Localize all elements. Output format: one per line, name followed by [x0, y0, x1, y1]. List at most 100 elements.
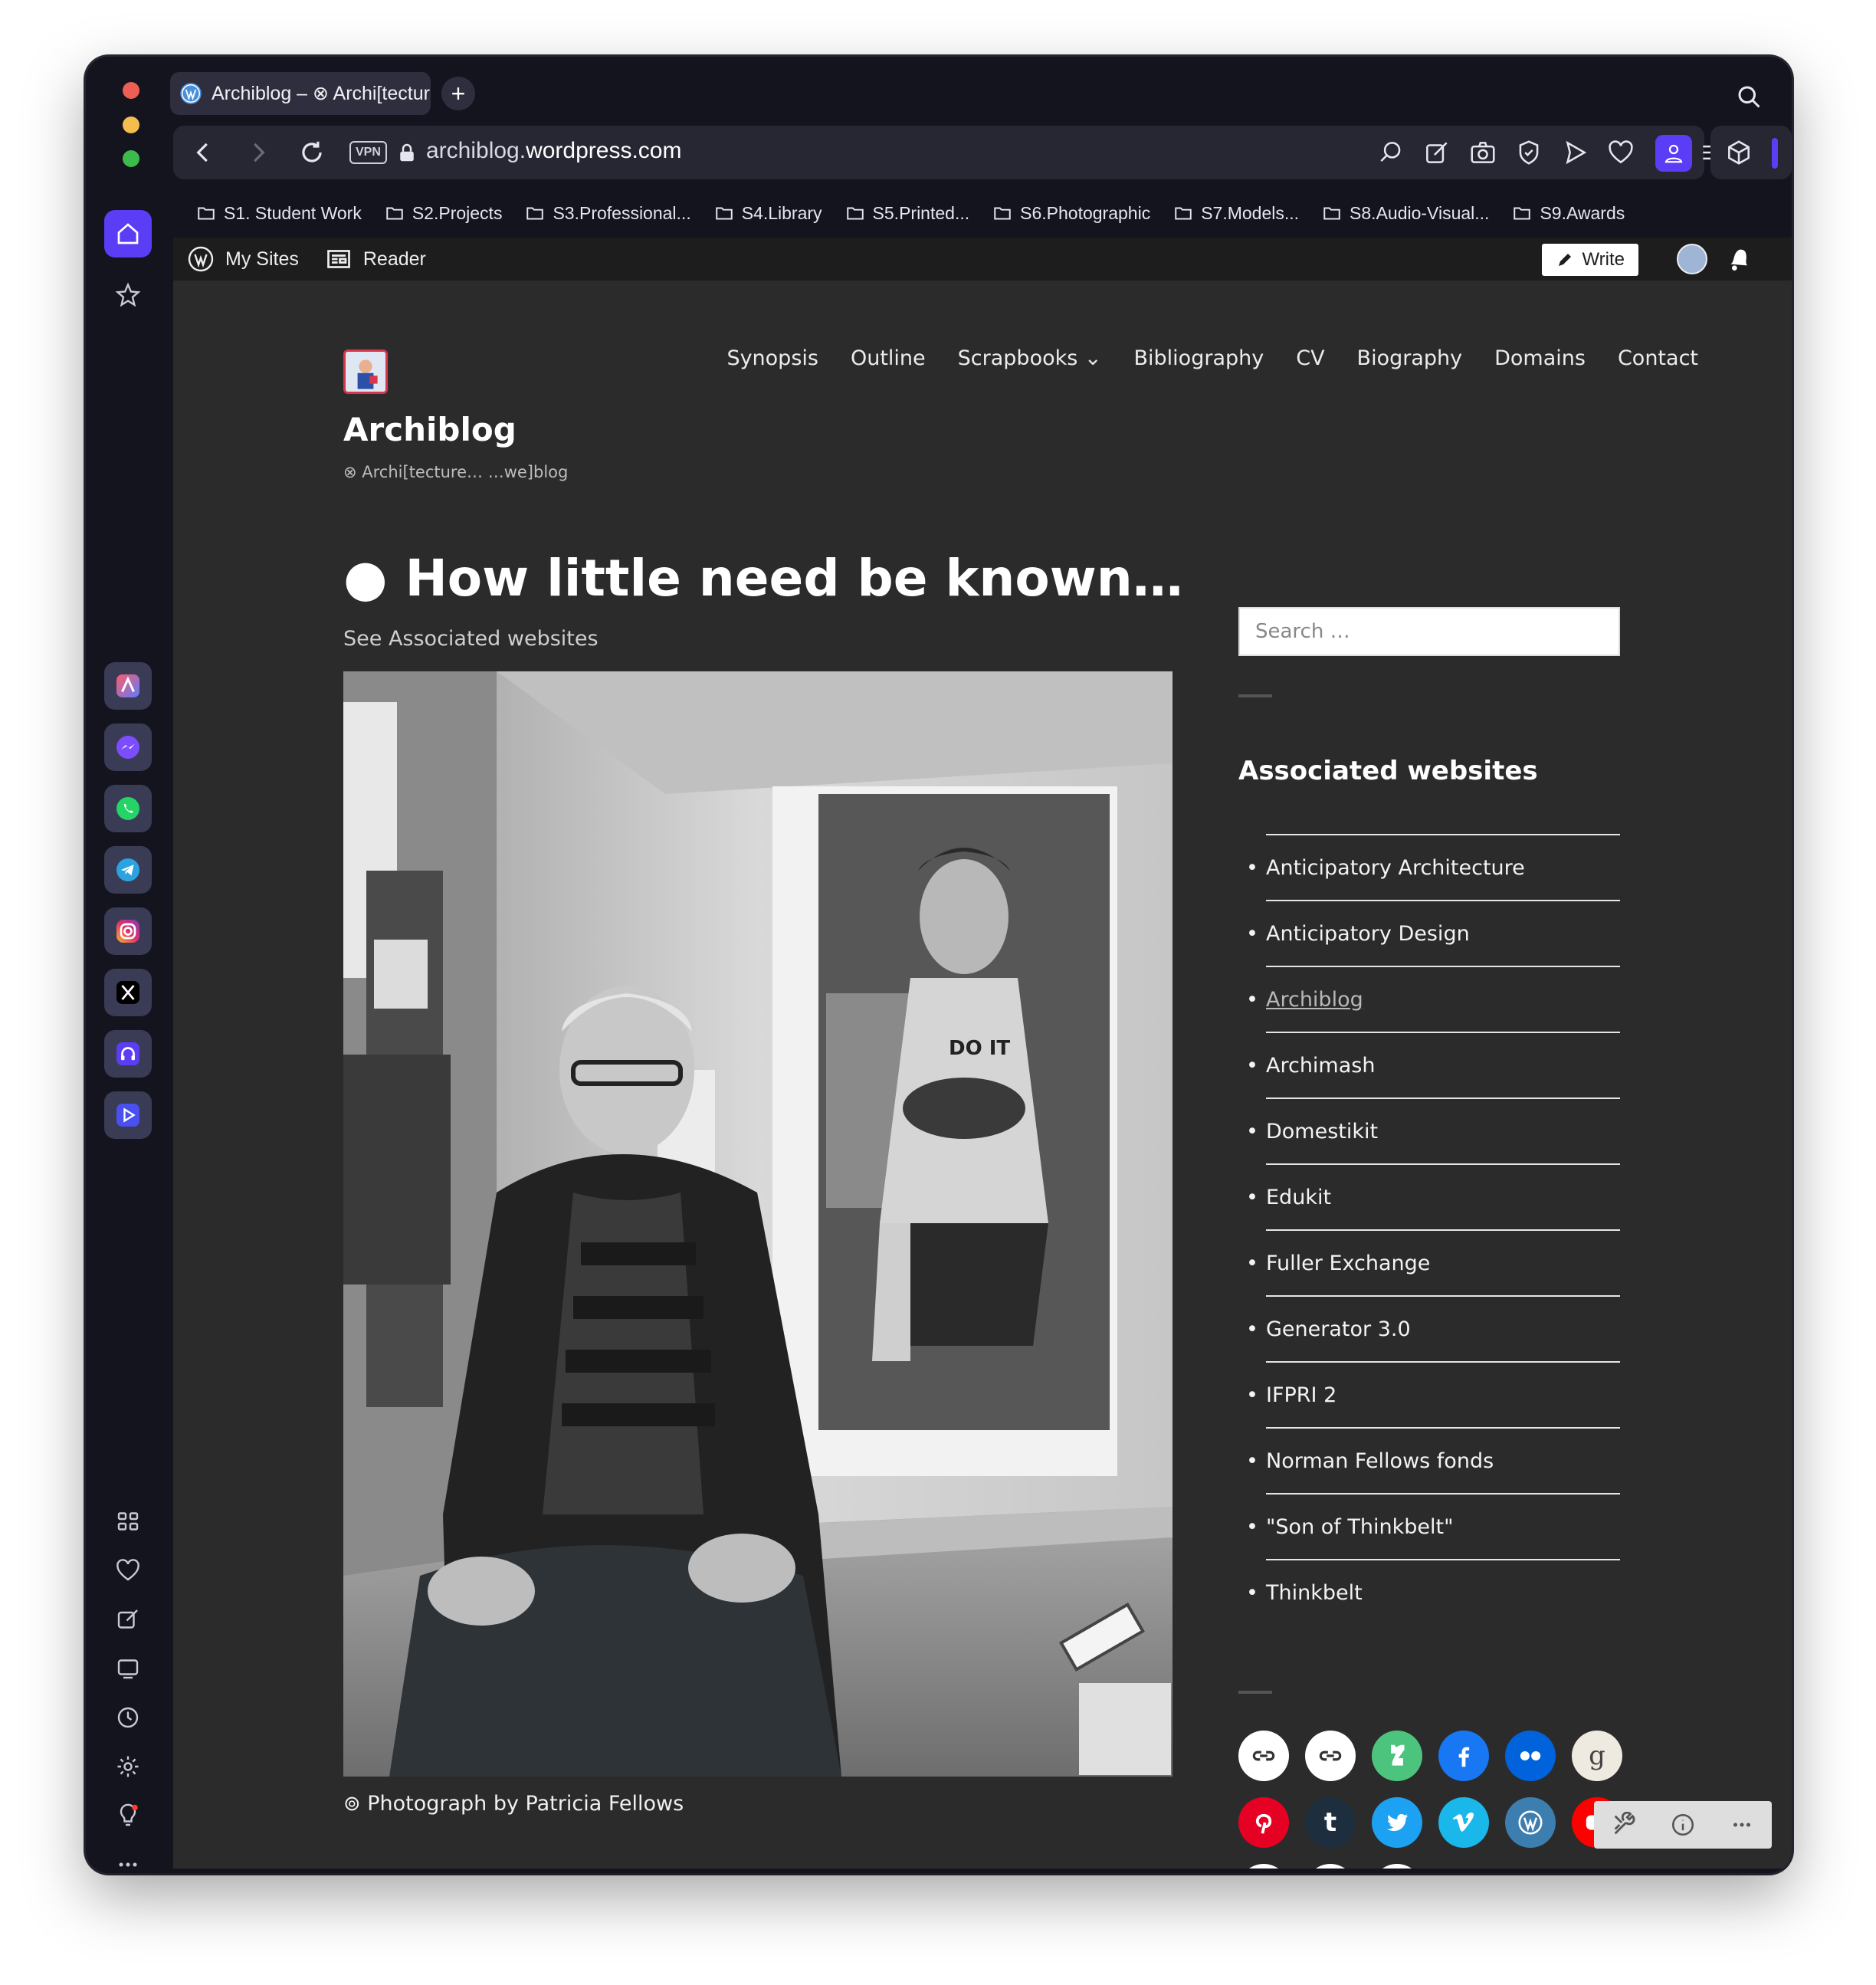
profile-button[interactable]: [1655, 135, 1692, 172]
x-sidebar-button[interactable]: [104, 969, 152, 1016]
associated-website-link[interactable]: "Son of Thinkbelt": [1266, 1515, 1454, 1539]
bookmark-item[interactable]: S9.Awards: [1512, 203, 1625, 224]
lock-icon[interactable]: [395, 139, 418, 166]
social-link-button[interactable]: [1305, 1731, 1356, 1781]
tips-sidebar-button[interactable]: [104, 1792, 152, 1839]
vimeo-button[interactable]: [1438, 1797, 1489, 1848]
associated-website-item[interactable]: Domestikit: [1246, 1097, 1620, 1163]
my-sites-button[interactable]: My Sites: [187, 245, 299, 273]
telegram-sidebar-button[interactable]: [104, 846, 152, 894]
browser-tab[interactable]: Archiblog – ⊗ Archi[tecture: [170, 72, 431, 115]
associated-website-item[interactable]: Edukit: [1246, 1163, 1620, 1229]
associated-website-item[interactable]: "Son of Thinkbelt": [1246, 1493, 1620, 1559]
info-icon[interactable]: [1670, 1812, 1696, 1838]
bookmark-item[interactable]: S2.Projects: [385, 203, 502, 224]
bookmark-item[interactable]: S7.Models...: [1173, 203, 1299, 224]
nav-item[interactable]: Domains: [1494, 346, 1586, 370]
edit-icon[interactable]: [1422, 138, 1451, 167]
notifications-bell-icon[interactable]: [1724, 244, 1755, 274]
more-sidebar-button[interactable]: [104, 1841, 152, 1873]
url-text[interactable]: archiblog.wordpress.com: [426, 138, 681, 164]
close-window-button[interactable]: [123, 82, 139, 99]
associated-website-link[interactable]: Generator 3.0: [1266, 1317, 1411, 1341]
social-link-button[interactable]: [1305, 1864, 1356, 1869]
nav-item[interactable]: Scrapbooks ⌄: [958, 346, 1102, 370]
nav-item[interactable]: Contact: [1618, 346, 1698, 370]
bookmark-item[interactable]: S5.Printed...: [845, 203, 969, 224]
bookmark-item[interactable]: S4.Library: [714, 203, 822, 224]
new-tab-button[interactable]: +: [441, 77, 475, 110]
extensions-button[interactable]: [1710, 126, 1792, 179]
bookmark-item[interactable]: S1. Student Work: [196, 203, 362, 224]
associated-website-item[interactable]: Archimash: [1246, 1032, 1620, 1097]
bookmark-item[interactable]: S6.Photographic: [992, 203, 1150, 224]
associated-website-item[interactable]: IFPRI 2: [1246, 1361, 1620, 1427]
write-button[interactable]: Write: [1542, 244, 1638, 276]
associated-website-link[interactable]: Anticipatory Design: [1266, 922, 1470, 946]
social-link-button[interactable]: [1238, 1864, 1289, 1869]
player-sidebar-button[interactable]: [104, 1091, 152, 1139]
twitter-button[interactable]: [1372, 1797, 1422, 1848]
ellipsis-icon[interactable]: [1729, 1812, 1755, 1838]
vpn-badge[interactable]: VPN: [349, 141, 387, 164]
site-logo[interactable]: [343, 349, 388, 394]
wordpress-button[interactable]: [1505, 1797, 1556, 1848]
associated-website-link[interactable]: IFPRI 2: [1266, 1383, 1336, 1407]
goodreads-button[interactable]: g: [1572, 1731, 1622, 1781]
workspaces-sidebar-button[interactable]: [104, 1498, 152, 1545]
associated-website-item[interactable]: Anticipatory Architecture: [1246, 834, 1620, 900]
associated-website-item[interactable]: Anticipatory Design: [1246, 900, 1620, 966]
associated-website-link[interactable]: Archiblog: [1266, 988, 1363, 1012]
aria-sidebar-button[interactable]: [104, 662, 152, 710]
minimize-window-button[interactable]: [123, 116, 139, 133]
associated-website-link[interactable]: Anticipatory Architecture: [1266, 856, 1525, 880]
tab-search-icon[interactable]: [1735, 83, 1763, 110]
music-player-sidebar-button[interactable]: [104, 1030, 152, 1078]
instagram-sidebar-button[interactable]: [104, 907, 152, 955]
settings-sidebar-button[interactable]: [104, 1743, 152, 1790]
speed-dial-button[interactable]: [104, 271, 152, 319]
search-icon[interactable]: [1376, 138, 1405, 167]
camera-icon[interactable]: [1468, 138, 1497, 167]
facebook-button[interactable]: [1438, 1731, 1489, 1781]
whatsapp-sidebar-button[interactable]: [104, 785, 152, 832]
pinterest-button[interactable]: [1238, 1797, 1289, 1848]
associated-website-item[interactable]: Thinkbelt: [1246, 1559, 1620, 1625]
reload-icon[interactable]: [297, 138, 326, 167]
shield-icon[interactable]: [1514, 138, 1543, 167]
history-sidebar-button[interactable]: [104, 1694, 152, 1741]
bookmark-item[interactable]: S3.Professional...: [525, 203, 691, 224]
social-link-button[interactable]: [1238, 1731, 1289, 1781]
reader-button[interactable]: Reader: [325, 245, 426, 273]
associated-website-link[interactable]: Edukit: [1266, 1186, 1331, 1209]
associated-website-link[interactable]: Thinkbelt: [1266, 1581, 1363, 1605]
flickr-button[interactable]: [1505, 1731, 1556, 1781]
back-icon[interactable]: [189, 138, 218, 167]
deviantart-button[interactable]: [1372, 1731, 1422, 1781]
nav-item[interactable]: Outline: [851, 346, 926, 370]
send-icon[interactable]: [1560, 138, 1589, 167]
site-title[interactable]: Archiblog: [343, 411, 517, 448]
associated-website-item[interactable]: Fuller Exchange: [1246, 1229, 1620, 1295]
associated-website-link[interactable]: Norman Fellows fonds: [1266, 1449, 1494, 1473]
sidebar-search-input[interactable]: Search …: [1238, 607, 1620, 656]
tabs-sidebar-button[interactable]: [104, 1645, 152, 1692]
nav-item[interactable]: Bibliography: [1134, 346, 1264, 370]
bookmarks-sidebar-button[interactable]: [104, 1547, 152, 1594]
tools-icon[interactable]: [1611, 1812, 1637, 1838]
forward-icon[interactable]: [244, 138, 273, 167]
associated-website-link[interactable]: Archimash: [1266, 1054, 1375, 1078]
associated-website-item[interactable]: Archiblog: [1246, 966, 1620, 1032]
nav-item[interactable]: CV: [1296, 346, 1324, 370]
maximize-window-button[interactable]: [123, 150, 139, 167]
heart-icon[interactable]: [1606, 138, 1635, 167]
messenger-sidebar-button[interactable]: [104, 723, 152, 771]
home-sidebar-button[interactable]: [104, 210, 152, 258]
tumblr-button[interactable]: t: [1305, 1797, 1356, 1848]
social-link-button[interactable]: [1372, 1864, 1422, 1869]
address-bar[interactable]: VPN archiblog.wordpress.com: [173, 126, 1723, 179]
associated-website-item[interactable]: Generator 3.0: [1246, 1295, 1620, 1361]
associated-website-link[interactable]: Fuller Exchange: [1266, 1252, 1430, 1275]
bookmark-item[interactable]: S8.Audio-Visual...: [1322, 203, 1489, 224]
associated-website-link[interactable]: Domestikit: [1266, 1120, 1378, 1143]
